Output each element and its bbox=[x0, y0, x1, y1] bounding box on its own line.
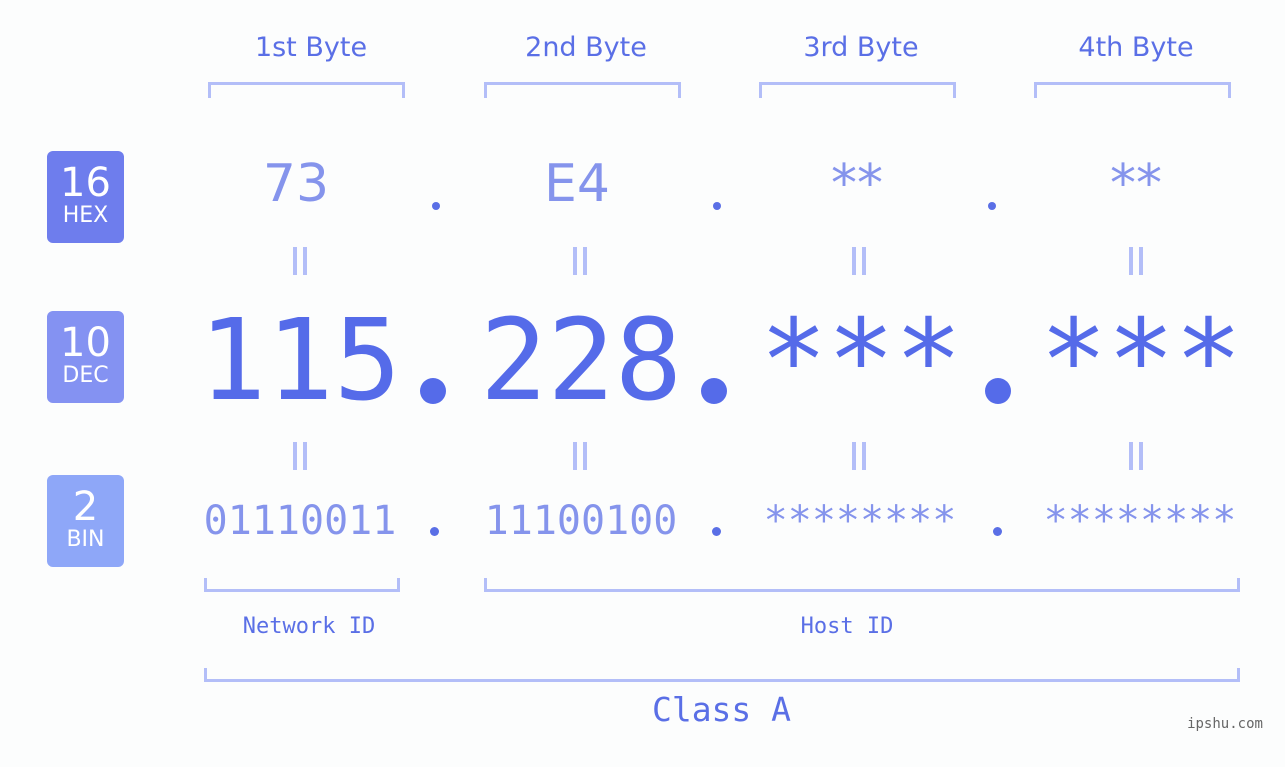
equals-icon bbox=[293, 247, 307, 275]
host-id-bracket bbox=[484, 578, 1240, 592]
byte-bracket-3 bbox=[759, 82, 956, 98]
bin-dot-separator bbox=[430, 527, 439, 536]
watermark: ipshu.com bbox=[1187, 716, 1263, 732]
dec-dot-separator bbox=[420, 378, 446, 404]
equals-icon bbox=[852, 247, 866, 275]
equals-icon bbox=[852, 442, 866, 470]
bin-byte-1: 01110011 bbox=[203, 498, 397, 544]
dec-byte-2: 228 bbox=[479, 296, 683, 426]
equals-icon bbox=[1129, 442, 1143, 470]
bin-badge-number: 2 bbox=[72, 484, 99, 530]
dec-byte-1: 115 bbox=[198, 296, 402, 426]
equals-icon bbox=[573, 442, 587, 470]
hex-dot-separator bbox=[432, 202, 440, 210]
class-bracket bbox=[204, 668, 1240, 682]
hex-byte-3: ** bbox=[831, 154, 883, 214]
equals-icon bbox=[293, 442, 307, 470]
dec-byte-4: *** bbox=[1039, 296, 1243, 426]
dec-badge-number: 10 bbox=[60, 320, 111, 366]
bin-dot-separator bbox=[993, 527, 1002, 536]
hex-badge-label: HEX bbox=[62, 203, 109, 228]
network-id-label: Network ID bbox=[242, 614, 376, 639]
bin-byte-4: ******** bbox=[1043, 498, 1237, 544]
equals-icon bbox=[573, 247, 587, 275]
hex-byte-1: 73 bbox=[262, 154, 330, 214]
dec-dot-separator bbox=[701, 378, 727, 404]
byte-header-3: 3rd Byte bbox=[803, 32, 919, 63]
hex-dot-separator bbox=[988, 202, 996, 210]
hex-dot-separator bbox=[713, 202, 721, 210]
network-id-bracket bbox=[204, 578, 400, 592]
host-id-label: Host ID bbox=[800, 614, 894, 639]
byte-header-4: 4th Byte bbox=[1078, 32, 1194, 63]
bin-dot-separator bbox=[712, 527, 721, 536]
hex-badge: 16 HEX bbox=[47, 151, 124, 243]
dec-byte-3: *** bbox=[759, 296, 963, 426]
dec-badge-label: DEC bbox=[62, 363, 109, 388]
byte-bracket-1 bbox=[208, 82, 405, 98]
dec-dot-separator bbox=[985, 378, 1011, 404]
bin-badge: 2 BIN bbox=[47, 475, 124, 567]
byte-header-2: 2nd Byte bbox=[525, 32, 647, 63]
byte-bracket-4 bbox=[1034, 82, 1231, 98]
dec-badge: 10 DEC bbox=[47, 311, 124, 403]
byte-bracket-2 bbox=[484, 82, 681, 98]
bin-byte-3: ******** bbox=[763, 498, 957, 544]
hex-byte-2: E4 bbox=[544, 154, 610, 214]
hex-byte-4: ** bbox=[1110, 154, 1162, 214]
ip-class-label: Class A bbox=[651, 690, 792, 729]
equals-icon bbox=[1129, 247, 1143, 275]
bin-badge-label: BIN bbox=[66, 527, 105, 552]
bin-byte-2: 11100100 bbox=[484, 498, 678, 544]
hex-badge-number: 16 bbox=[60, 160, 111, 206]
byte-header-1: 1st Byte bbox=[254, 32, 368, 63]
